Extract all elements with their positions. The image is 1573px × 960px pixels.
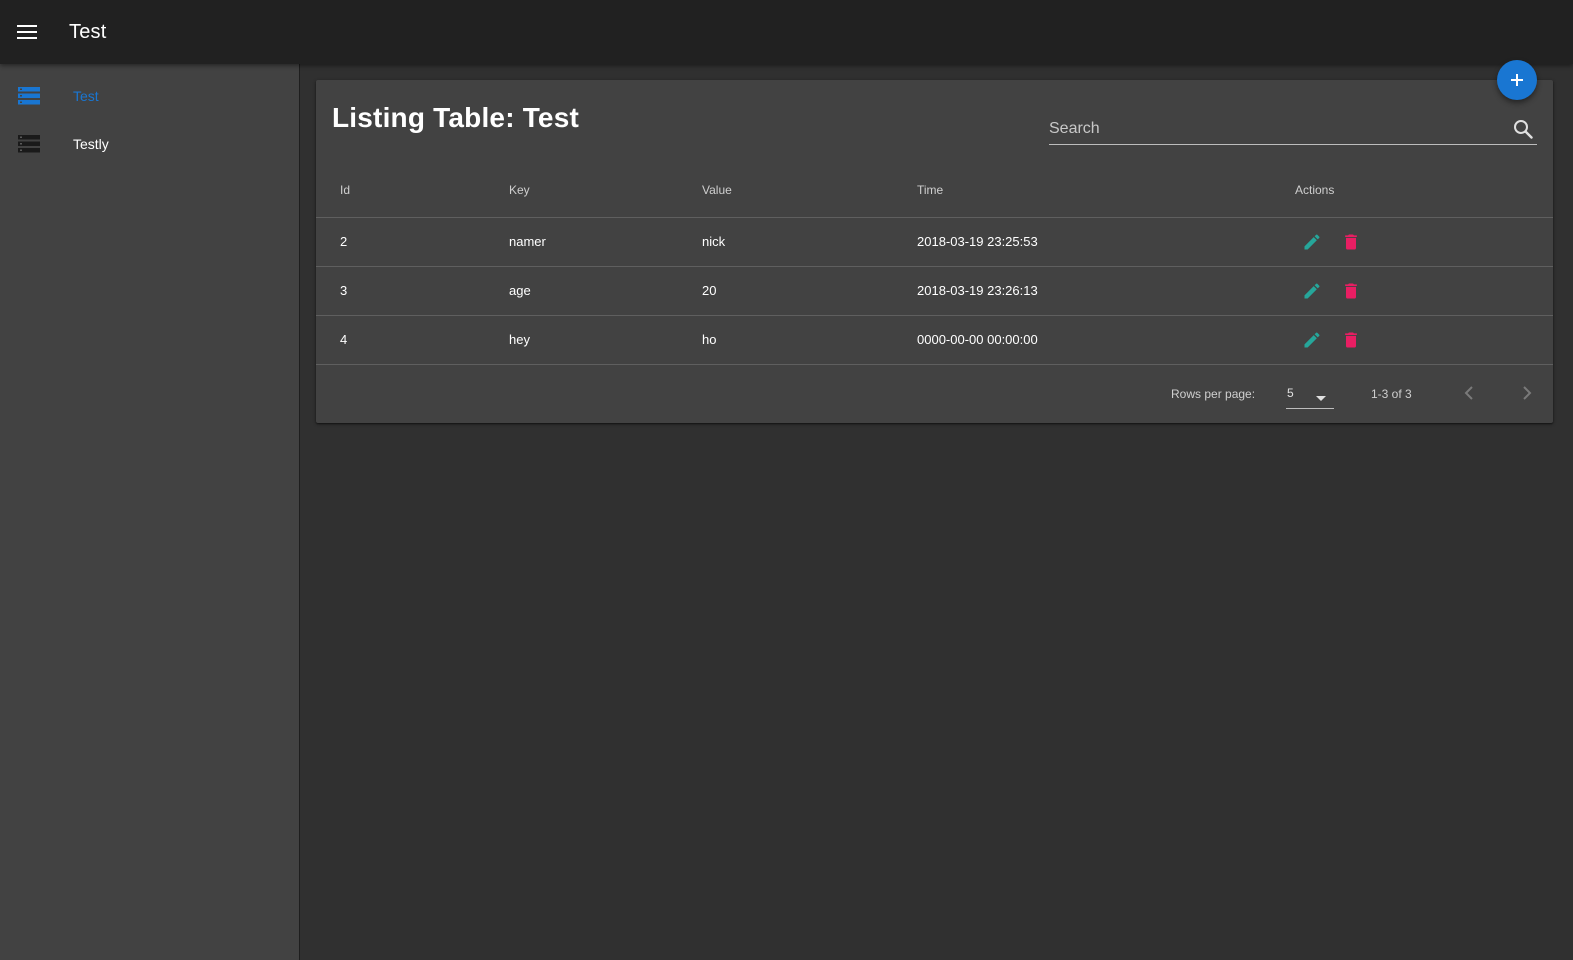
cell-key: age [509, 283, 531, 298]
cell-id: 3 [340, 283, 348, 298]
app-title: Test [69, 20, 107, 43]
menu-button[interactable] [0, 0, 54, 64]
page-range: 1-3 of 3 [1371, 387, 1412, 401]
next-page-button[interactable] [1515, 381, 1539, 405]
pencil-icon [1304, 234, 1320, 250]
cell-time: 2018-03-19 23:26:13 [917, 283, 1038, 298]
caret-down-icon [1316, 388, 1326, 406]
search-input[interactable] [1049, 113, 1509, 144]
delete-button[interactable] [1339, 328, 1363, 352]
chevron-left-icon [1464, 386, 1473, 400]
view-list-icon [0, 87, 57, 105]
add-button[interactable] [1497, 60, 1537, 100]
trash-icon [1345, 332, 1357, 348]
listing-card: Listing Table: Test Id Key Value Time Ac… [316, 80, 1553, 423]
edit-button[interactable] [1300, 279, 1324, 303]
sidebar-item-label: Testly [73, 136, 109, 152]
table-row: 4 hey ho 0000-00-00 00:00:00 [316, 316, 1553, 365]
menu-icon [17, 25, 37, 39]
delete-button[interactable] [1339, 279, 1363, 303]
column-header-time[interactable]: Time [917, 165, 943, 218]
previous-page-button[interactable] [1457, 381, 1481, 405]
view-list-icon [0, 135, 57, 153]
rows-per-page-label: Rows per page: [1171, 387, 1256, 401]
cell-value: ho [702, 332, 717, 347]
edit-button[interactable] [1300, 328, 1324, 352]
table-row: 3 age 20 2018-03-19 23:26:13 [316, 267, 1553, 316]
column-header-id[interactable]: Id [340, 165, 350, 218]
cell-key: namer [509, 234, 546, 249]
sidebar-item-label: Test [73, 88, 99, 104]
search-field [1049, 113, 1537, 145]
cell-time: 2018-03-19 23:25:53 [917, 234, 1038, 249]
table-pagination: Rows per page: 5 1-3 of 3 [316, 365, 1553, 423]
cell-id: 2 [340, 234, 348, 249]
sidebar-item-test[interactable]: Test [0, 72, 299, 120]
column-header-key[interactable]: Key [509, 165, 530, 218]
table-row: 2 namer nick 2018-03-19 23:25:53 [316, 218, 1553, 267]
plus-icon [1511, 74, 1523, 86]
trash-icon [1345, 234, 1357, 250]
table-header: Id Key Value Time Actions [316, 165, 1553, 218]
sidebar-item-testly[interactable]: Testly [0, 120, 299, 168]
rows-per-page-select[interactable]: 5 [1286, 379, 1334, 409]
pencil-icon [1304, 283, 1320, 299]
pencil-icon [1304, 332, 1320, 348]
cell-id: 4 [340, 332, 348, 347]
sidebar: Test Testly [0, 64, 300, 960]
cell-value: nick [702, 234, 726, 249]
edit-button[interactable] [1300, 230, 1324, 254]
delete-button[interactable] [1339, 230, 1363, 254]
column-header-value[interactable]: Value [702, 165, 732, 218]
chevron-right-icon [1523, 386, 1532, 400]
cell-key: hey [509, 332, 530, 347]
page-title: Listing Table: Test [332, 102, 579, 133]
cell-value: 20 [702, 283, 717, 298]
trash-icon [1345, 283, 1357, 299]
column-header-actions: Actions [1295, 183, 1335, 197]
search-icon[interactable] [1509, 115, 1537, 143]
rows-per-page-value: 5 [1287, 386, 1294, 400]
cell-time: 0000-00-00 00:00:00 [917, 332, 1038, 347]
app-bar: Test [0, 0, 1573, 64]
